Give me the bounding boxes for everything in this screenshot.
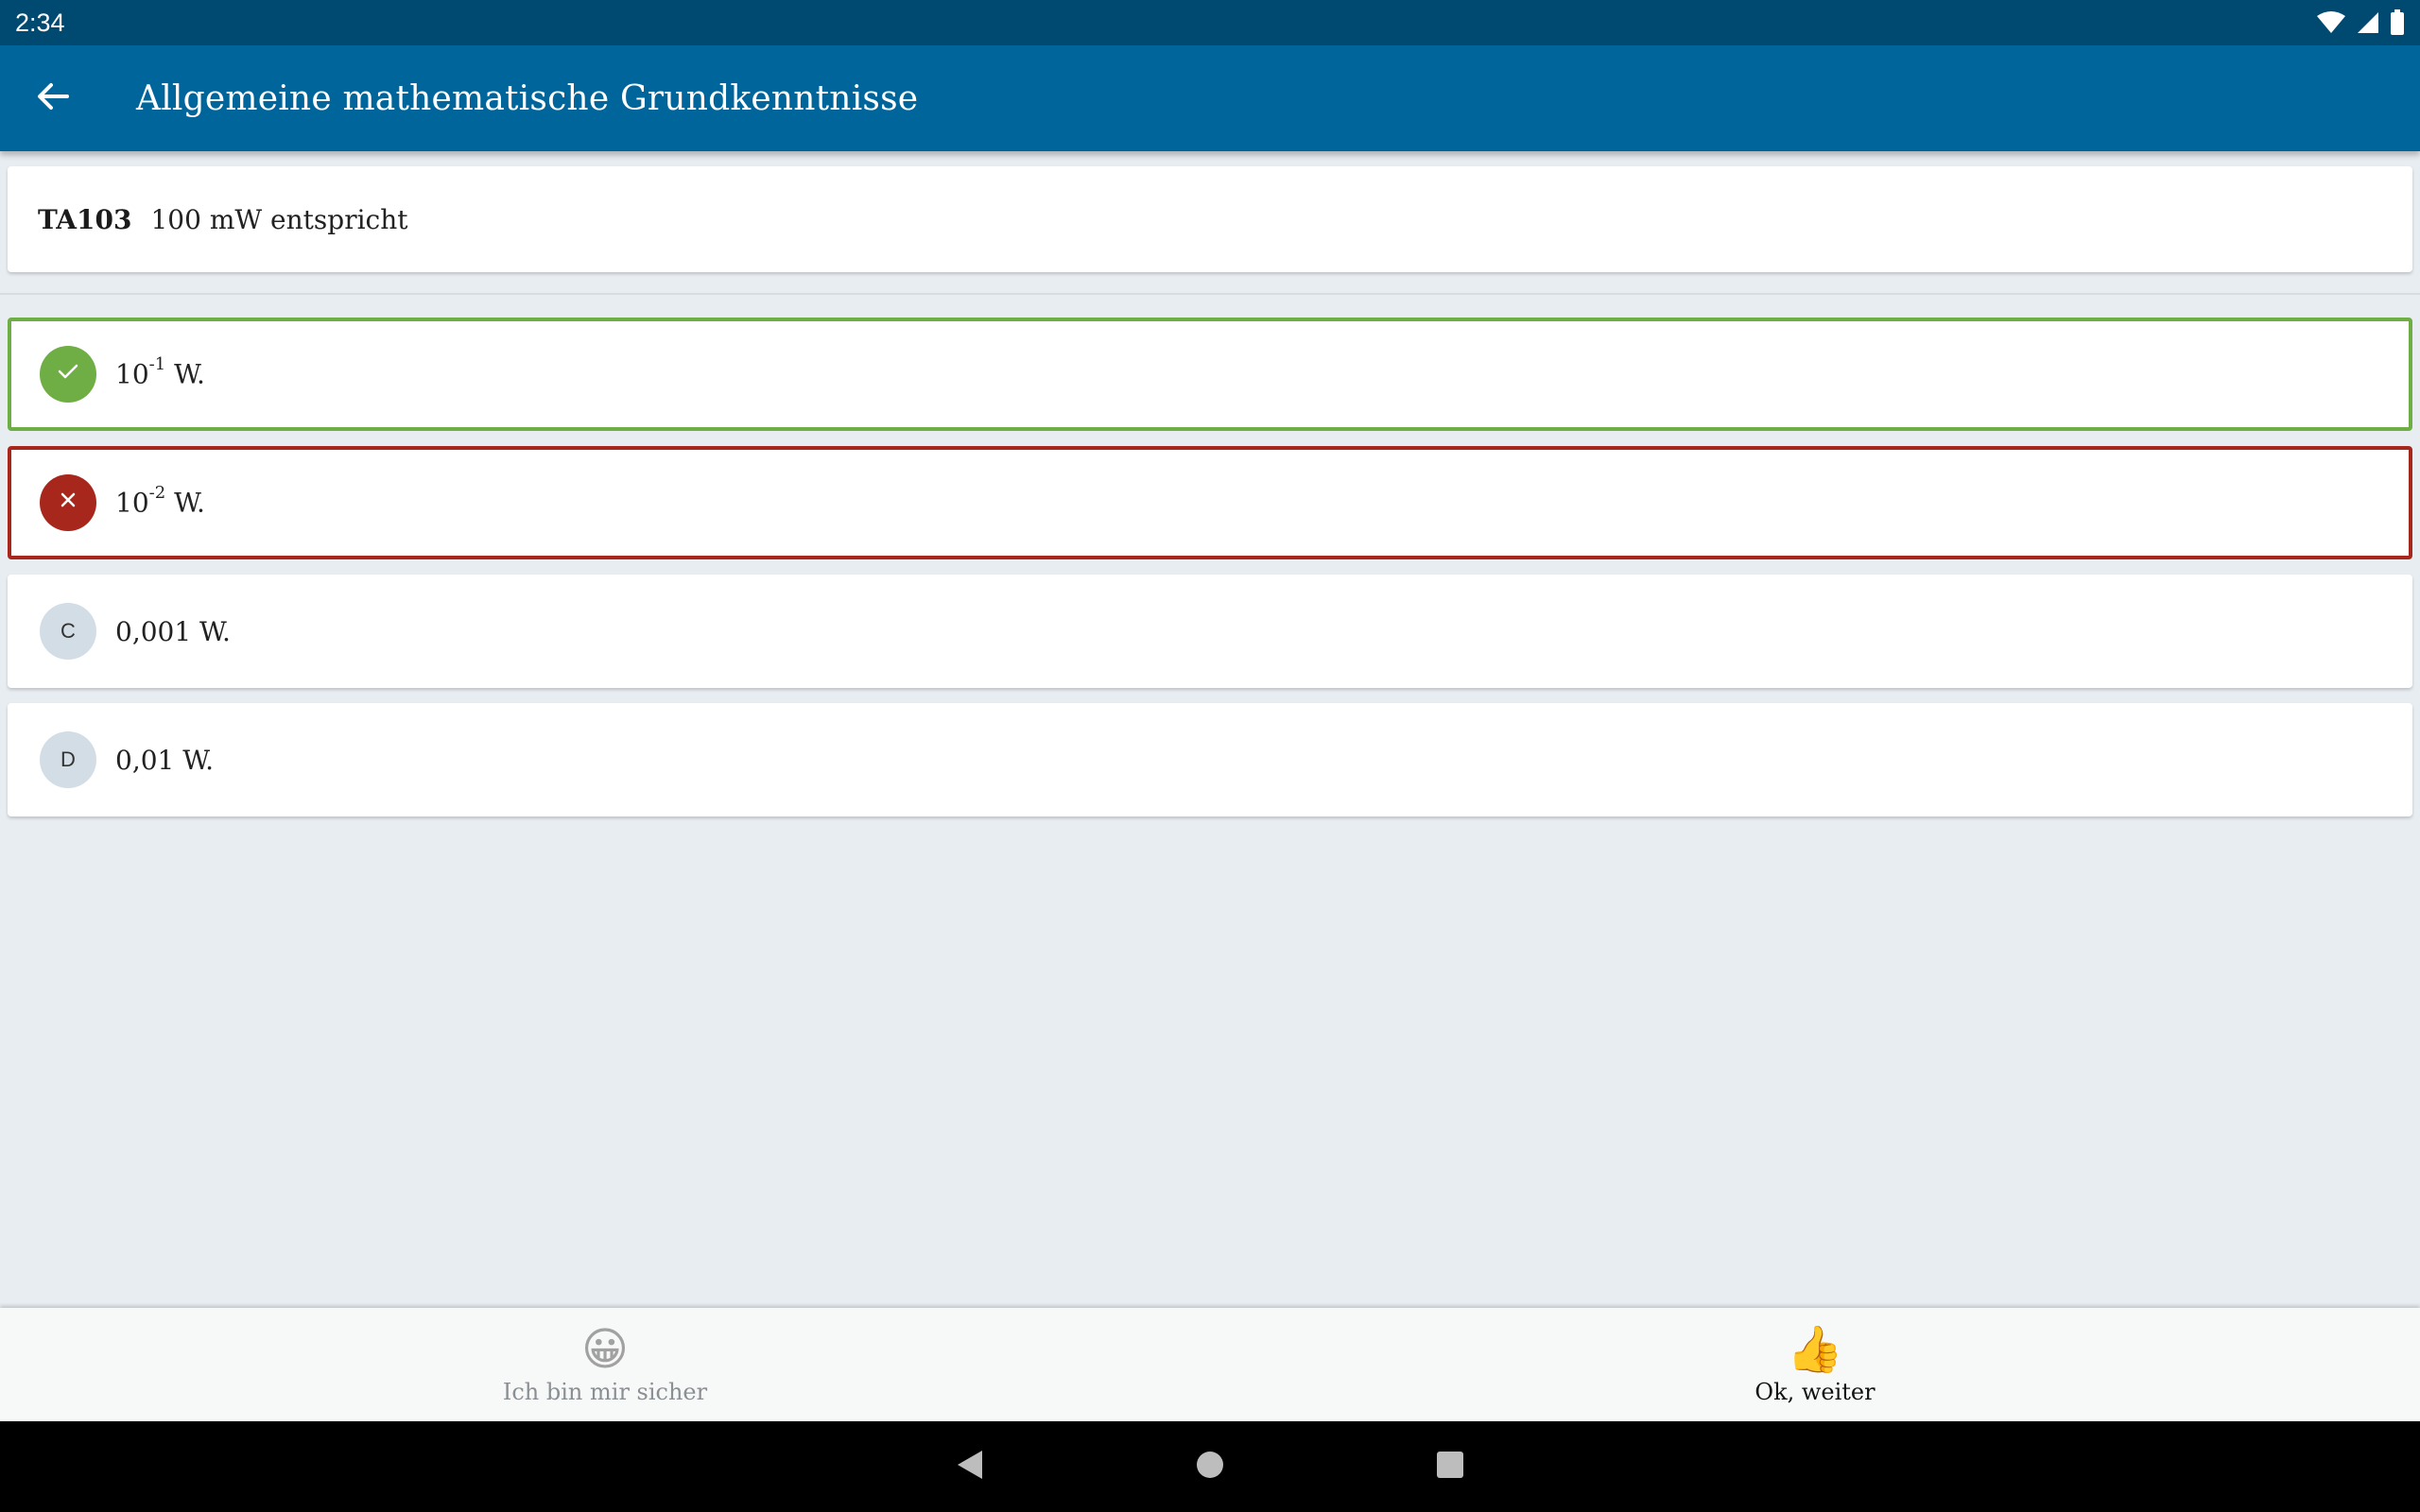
correct-badge xyxy=(40,346,96,403)
close-icon xyxy=(57,489,79,517)
thumbs-up-icon: 👍 xyxy=(1787,1325,1843,1375)
question-text: 100 mW entspricht xyxy=(150,203,408,235)
answer-option-c[interactable]: C 0,001 W. xyxy=(8,575,2412,688)
answer-text: 10-1 W. xyxy=(115,354,205,390)
letter-badge: C xyxy=(40,603,96,660)
answer-text: 0,01 W. xyxy=(115,744,215,776)
arrow-back-icon xyxy=(36,79,70,118)
next-label: Ok, weiter xyxy=(1754,1379,1876,1405)
signal-icon xyxy=(2356,10,2380,35)
question-id: TA103 xyxy=(38,203,132,235)
bottom-action-bar: 😀 Ich bin mir sicher 👍 Ok, weiter xyxy=(0,1308,2420,1421)
battery-icon xyxy=(2390,9,2405,36)
answer-option-d[interactable]: D 0,01 W. xyxy=(8,703,2412,816)
next-button[interactable]: 👍 Ok, weiter xyxy=(1210,1308,2420,1421)
grinning-face-icon: 😀 xyxy=(580,1325,630,1375)
back-button[interactable] xyxy=(0,45,106,151)
home-circle-icon xyxy=(1195,1450,1225,1485)
status-time: 2:34 xyxy=(15,8,65,37)
wifi-icon xyxy=(2316,10,2346,35)
answer-option-a[interactable]: 10-1 W. xyxy=(8,318,2412,431)
answer-text: 0,001 W. xyxy=(115,615,231,647)
nav-recents-button[interactable] xyxy=(1420,1436,1480,1497)
nav-back-button[interactable] xyxy=(940,1436,1000,1497)
check-icon xyxy=(56,359,80,389)
answer-text: 10-2 W. xyxy=(115,483,205,519)
question-card: TA103 100 mW entspricht xyxy=(8,166,2412,272)
answer-option-b[interactable]: 10-2 W. xyxy=(8,446,2412,559)
status-icons xyxy=(2316,9,2405,36)
sure-label: Ich bin mir sicher xyxy=(502,1379,708,1405)
recents-square-icon xyxy=(1436,1451,1464,1484)
back-triangle-icon xyxy=(956,1449,984,1486)
system-nav-bar xyxy=(0,1421,2420,1512)
sure-button[interactable]: 😀 Ich bin mir sicher xyxy=(0,1308,1210,1421)
nav-home-button[interactable] xyxy=(1180,1436,1240,1497)
letter-badge: D xyxy=(40,731,96,788)
app-bar: Allgemeine mathematische Grundkenntnisse xyxy=(0,45,2420,151)
wrong-badge xyxy=(40,474,96,531)
divider xyxy=(0,293,2420,295)
status-bar: 2:34 xyxy=(0,0,2420,45)
page-title: Allgemeine mathematische Grundkenntnisse xyxy=(136,78,919,118)
